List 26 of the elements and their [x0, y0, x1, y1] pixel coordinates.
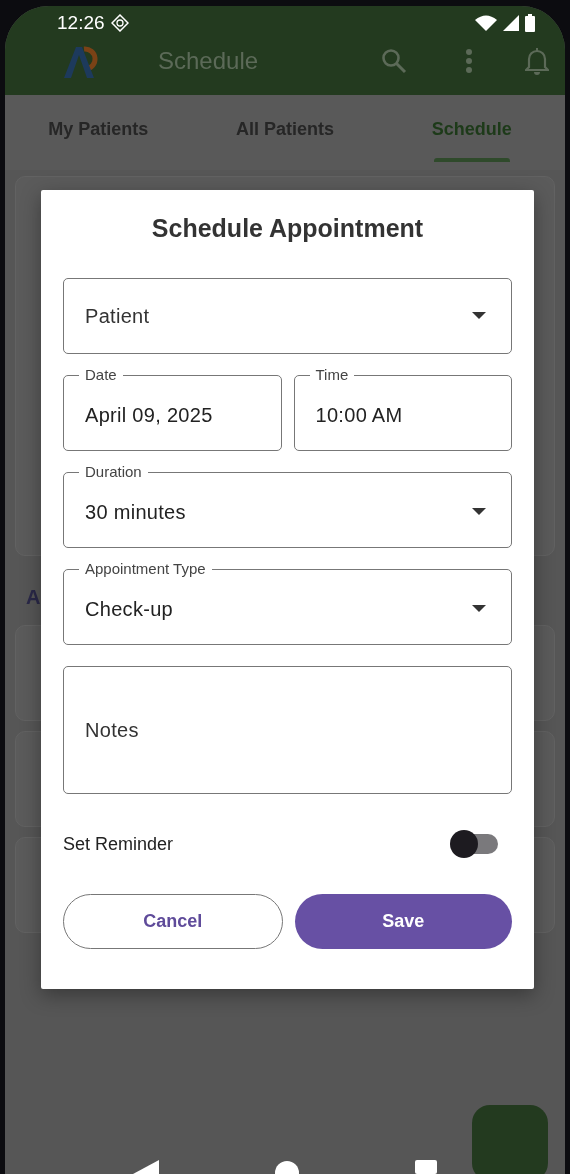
add-button[interactable] [472, 1105, 548, 1174]
caret-icon [472, 312, 486, 320]
recents-icon[interactable] [415, 1160, 437, 1174]
save-button[interactable]: Save [294, 894, 512, 949]
home-icon[interactable] [274, 1160, 300, 1174]
more-icon[interactable] [465, 48, 473, 74]
battery-icon [525, 14, 535, 32]
notification-icon [110, 14, 129, 32]
caret-icon [472, 605, 486, 613]
input-field[interactable]: Notes [63, 666, 512, 794]
caret-icon [472, 508, 486, 516]
wifi-icon [475, 15, 497, 31]
dropdown-field[interactable]: Patient [63, 278, 512, 354]
back-icon[interactable] [133, 1160, 159, 1174]
dialog-title: Schedule Appointment [150, 214, 425, 243]
notifications-icon[interactable] [525, 47, 549, 75]
input-field[interactable]: Time 10:00 AM [293, 366, 512, 451]
cancel-button[interactable]: Cancel [63, 894, 283, 949]
signal-icon [503, 15, 519, 31]
search-icon[interactable] [381, 48, 407, 74]
dropdown-field[interactable]: Duration 30 minutes [63, 463, 512, 548]
status-time: 12:26 [57, 12, 105, 34]
dropdown-field[interactable]: Appointment Type Check-up [63, 560, 512, 645]
reminder-switch[interactable] [450, 830, 498, 858]
reminder-label: Set Reminder [63, 833, 174, 855]
app-title: Schedule [158, 47, 259, 75]
